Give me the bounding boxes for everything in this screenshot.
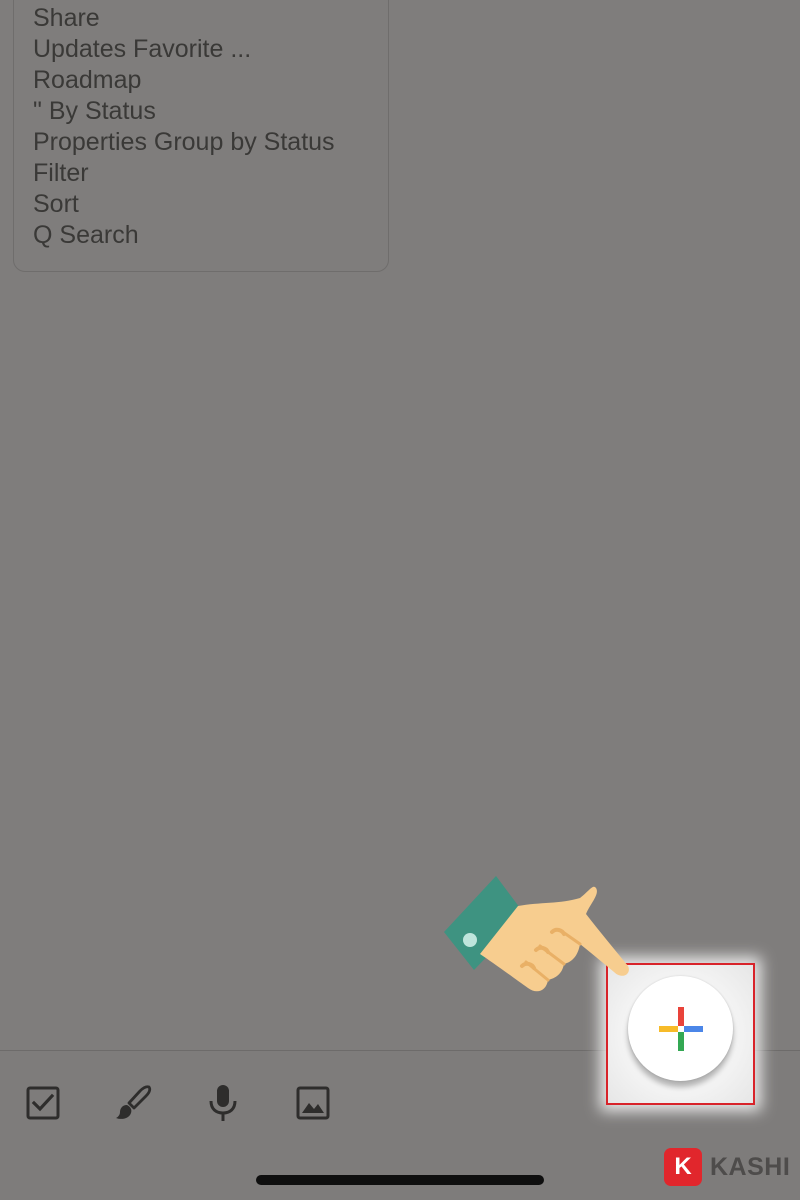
add-note-button[interactable] — [628, 976, 733, 1081]
microphone-icon — [209, 1085, 237, 1121]
watermark-logo: K KASHI — [664, 1148, 790, 1186]
note-card[interactable]: Share Updates Favorite ... Roadmap " By … — [13, 0, 389, 272]
plus-icon — [658, 1006, 703, 1051]
new-drawing-button[interactable] — [111, 1081, 155, 1125]
watermark-badge: K — [664, 1148, 702, 1186]
note-line: Properties Group by Status — [33, 128, 335, 156]
note-line: Q Search — [33, 221, 139, 249]
new-list-button[interactable] — [21, 1081, 65, 1125]
screen: Share Updates Favorite ... Roadmap " By … — [0, 0, 800, 1200]
watermark-text: KASHI — [710, 1152, 791, 1181]
note-line: Filter — [33, 159, 89, 187]
brush-icon — [116, 1085, 152, 1119]
new-image-button[interactable] — [291, 1081, 335, 1125]
home-indicator[interactable] — [256, 1175, 544, 1185]
note-line: Sort — [33, 190, 79, 218]
note-text: Share Updates Favorite ... Roadmap " By … — [33, 3, 335, 251]
note-line: Roadmap — [33, 66, 142, 94]
note-line: Updates Favorite ... — [33, 35, 252, 63]
image-icon — [296, 1086, 330, 1120]
pointing-hand-icon — [444, 876, 629, 992]
new-audio-button[interactable] — [201, 1081, 245, 1125]
note-line: Share — [33, 4, 100, 32]
checkbox-icon — [26, 1086, 60, 1120]
note-line: " By Status — [33, 97, 156, 125]
